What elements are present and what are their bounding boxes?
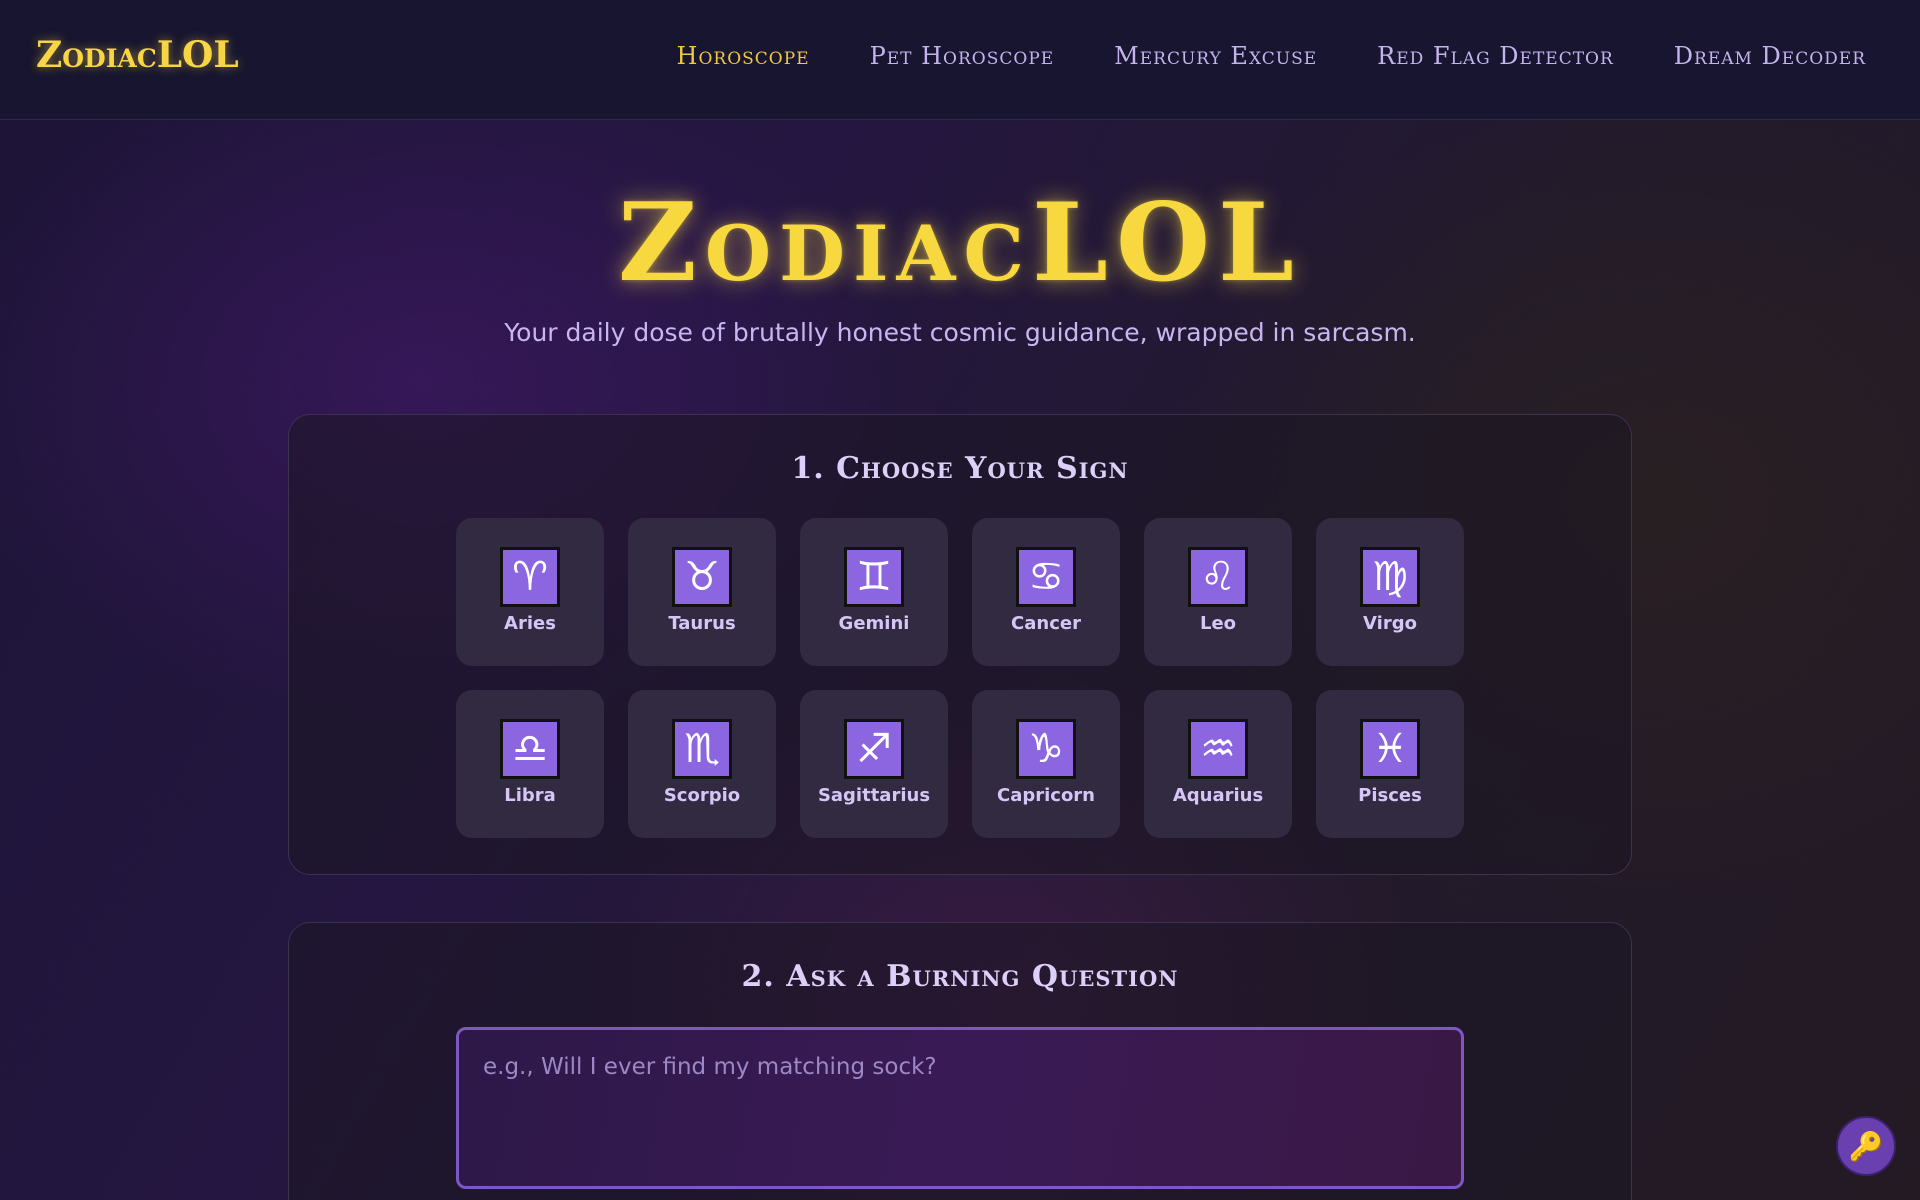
sign-label: Cancer (1011, 613, 1081, 634)
sign-button-taurus[interactable]: ♉ Taurus (628, 518, 776, 666)
sign-button-aquarius[interactable]: ♒ Aquarius (1144, 690, 1292, 838)
capricorn-icon: ♑ (1016, 719, 1076, 779)
hero-subtitle: Your daily dose of brutally honest cosmi… (504, 318, 1416, 347)
sign-grid: ♈ Aries ♉ Taurus ♊ Gemini ♋ Cancer ♌ Leo… (456, 518, 1464, 838)
gemini-icon: ♊ (844, 547, 904, 607)
hero-title: ZodiacLOL (618, 180, 1302, 306)
main-nav: Horoscope Pet Horoscope Mercury Excuse R… (617, 42, 1866, 70)
pisces-icon: ♓ (1360, 719, 1420, 779)
sign-button-virgo[interactable]: ♍ Virgo (1316, 518, 1464, 666)
sign-label: Gemini (838, 613, 910, 634)
nav-mercury-excuse[interactable]: Mercury Excuse (1114, 42, 1317, 70)
taurus-icon: ♉ (672, 547, 732, 607)
sign-label: Pisces (1358, 785, 1422, 806)
question-input[interactable] (456, 1027, 1464, 1189)
top-navigation-bar: ZodiacLOL Horoscope Pet Horoscope Mercur… (0, 0, 1920, 120)
sign-button-aries[interactable]: ♈ Aries (456, 518, 604, 666)
cancer-icon: ♋ (1016, 547, 1076, 607)
key-button[interactable]: 🔑 (1836, 1116, 1896, 1176)
sign-label: Libra (504, 785, 556, 806)
sign-button-leo[interactable]: ♌ Leo (1144, 518, 1292, 666)
nav-dream-decoder[interactable]: Dream Decoder (1674, 42, 1866, 70)
scorpio-icon: ♏ (672, 719, 732, 779)
nav-red-flag-detector[interactable]: Red Flag Detector (1377, 42, 1614, 70)
choose-sign-card: 1. Choose Your Sign ♈ Aries ♉ Taurus ♊ G… (288, 414, 1632, 875)
sign-button-libra[interactable]: ♎ Libra (456, 690, 604, 838)
ask-question-card: 2. Ask a Burning Question (288, 922, 1632, 1200)
sign-label: Sagittarius (817, 785, 931, 806)
sign-button-pisces[interactable]: ♓ Pisces (1316, 690, 1464, 838)
sign-label: Leo (1199, 613, 1237, 634)
ask-question-title: 2. Ask a Burning Question (741, 959, 1179, 994)
sign-button-capricorn[interactable]: ♑ Capricorn (972, 690, 1120, 838)
brand-logo[interactable]: ZodiacLOL (36, 34, 239, 76)
sign-button-cancer[interactable]: ♋ Cancer (972, 518, 1120, 666)
sign-label: Scorpio (663, 785, 741, 806)
aries-icon: ♈ (500, 547, 560, 607)
sign-button-gemini[interactable]: ♊ Gemini (800, 518, 948, 666)
sign-label: Virgo (1363, 613, 1417, 634)
sign-button-sagittarius[interactable]: ♐ Sagittarius (800, 690, 948, 838)
leo-icon: ♌ (1188, 547, 1248, 607)
key-icon: 🔑 (1848, 1130, 1884, 1162)
libra-icon: ♎ (500, 719, 560, 779)
sagittarius-icon: ♐ (844, 719, 904, 779)
sign-button-scorpio[interactable]: ♏ Scorpio (628, 690, 776, 838)
virgo-icon: ♍ (1360, 547, 1420, 607)
aquarius-icon: ♒ (1188, 719, 1248, 779)
sign-label: Aquarius (1172, 785, 1264, 806)
nav-horoscope[interactable]: Horoscope (677, 42, 810, 70)
sign-label: Taurus (668, 613, 736, 634)
sign-label: Capricorn (996, 785, 1095, 806)
choose-sign-title: 1. Choose Your Sign (791, 451, 1129, 486)
sign-label: Aries (504, 613, 556, 634)
nav-pet-horoscope[interactable]: Pet Horoscope (870, 42, 1055, 70)
